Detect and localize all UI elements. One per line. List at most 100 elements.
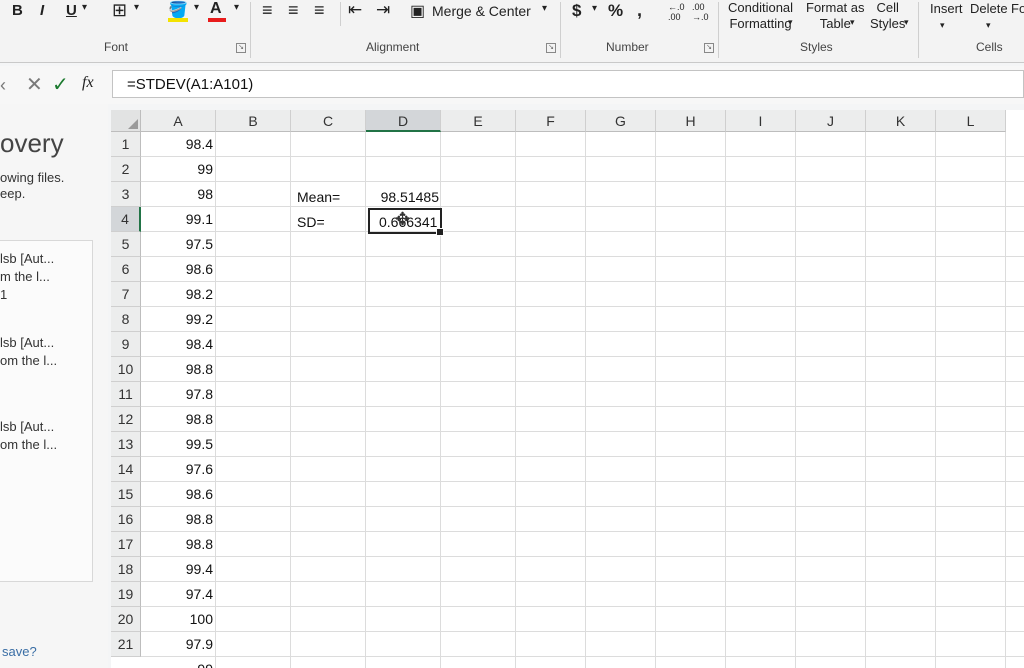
cell-a17[interactable]: 98.8 [145, 536, 213, 552]
column-header-a[interactable]: A [141, 110, 216, 132]
borders-icon[interactable]: ⊞ [112, 0, 127, 21]
column-header-f[interactable]: F [516, 110, 586, 132]
conditional-formatting-button[interactable]: Conditional Formatting [728, 0, 793, 32]
cell-a9[interactable]: 98.4 [145, 336, 213, 352]
formula-input[interactable]: =STDEV(A1:A101) [112, 70, 1024, 98]
row-header-19[interactable]: 19 [111, 582, 141, 607]
column-header-e[interactable]: E [441, 110, 516, 132]
decrease-indent-icon[interactable]: ⇤ [348, 0, 362, 20]
row-header-14[interactable]: 14 [111, 457, 141, 482]
merge-icon[interactable]: ▣ [410, 1, 425, 21]
cell-a22[interactable]: 99 [145, 661, 213, 668]
format-as-table-button[interactable]: Format as Table [806, 0, 865, 32]
fill-dropdown-icon[interactable]: ▾ [194, 2, 199, 13]
row-header-15[interactable]: 15 [111, 482, 141, 507]
column-header-l[interactable]: L [936, 110, 1006, 132]
row-header-17[interactable]: 17 [111, 532, 141, 557]
cell-c4[interactable]: SD= [297, 214, 325, 230]
column-header-i[interactable]: I [726, 110, 796, 132]
percent-button[interactable]: % [608, 1, 623, 21]
cell-a19[interactable]: 97.4 [145, 586, 213, 602]
select-all-corner[interactable] [111, 110, 141, 132]
cell-a14[interactable]: 97.6 [145, 461, 213, 477]
underline-button[interactable]: U [66, 2, 77, 19]
column-header-b[interactable]: B [216, 110, 291, 132]
row-header-4[interactable]: 4 [111, 207, 141, 232]
cell-c3[interactable]: Mean= [297, 189, 340, 205]
column-header-g[interactable]: G [586, 110, 656, 132]
cell-a5[interactable]: 97.5 [145, 236, 213, 252]
bold-button[interactable]: B [12, 2, 23, 19]
currency-dropdown-icon[interactable]: ▾ [592, 3, 597, 14]
insert-function-icon[interactable]: fx [82, 74, 94, 92]
align-left-icon[interactable]: ≡ [262, 0, 273, 21]
cell-a6[interactable]: 98.6 [145, 261, 213, 277]
cell-styles-button[interactable]: Cell Styles [870, 0, 905, 32]
row-header-8[interactable]: 8 [111, 307, 141, 332]
column-header-d[interactable]: D [366, 110, 441, 132]
merge-center-button[interactable]: Merge & Center [432, 3, 531, 19]
increase-decimal-button[interactable]: ←.0 .00 [668, 2, 686, 22]
row-header-12[interactable]: 12 [111, 407, 141, 432]
enter-icon[interactable]: ✓ [52, 72, 69, 97]
row-header-2[interactable]: 2 [111, 157, 141, 182]
decrease-decimal-button[interactable]: .00 →.0 [692, 2, 710, 22]
row-header-11[interactable]: 11 [111, 382, 141, 407]
row-header-20[interactable]: 20 [111, 607, 141, 632]
alignment-launcher-icon[interactable]: ↘ [546, 43, 556, 53]
underline-dropdown-icon[interactable]: ▾ [82, 2, 87, 13]
comma-button[interactable]: , [637, 0, 642, 21]
align-center-icon[interactable]: ≡ [288, 0, 299, 21]
increase-indent-icon[interactable]: ⇥ [376, 0, 390, 20]
font-launcher-icon[interactable]: ↘ [236, 43, 246, 53]
column-header-j[interactable]: J [796, 110, 866, 132]
cell-a16[interactable]: 98.8 [145, 511, 213, 527]
cell-a10[interactable]: 98.8 [145, 361, 213, 377]
cell-a21[interactable]: 97.9 [145, 636, 213, 652]
row-header-6[interactable]: 6 [111, 257, 141, 282]
cell-a15[interactable]: 98.6 [145, 486, 213, 502]
format-table-dropdown-icon[interactable]: ▾ [850, 17, 855, 28]
pane-footer-link[interactable]: save? [2, 644, 37, 659]
row-header-13[interactable]: 13 [111, 432, 141, 457]
cell-a20[interactable]: 100 [145, 611, 213, 627]
worksheet-grid[interactable]: ABCDEFGHIJKL 1 2 3 4 5 6 7 8 9 10 11 12 13 14 15 16 17 18… [111, 110, 1024, 668]
cell-styles-dropdown-icon[interactable]: ▾ [904, 17, 909, 28]
italic-button[interactable]: I [40, 2, 44, 19]
conditional-dropdown-icon[interactable]: ▾ [788, 17, 793, 28]
delete-dropdown-icon[interactable]: ▾ [986, 20, 991, 31]
cell-a18[interactable]: 99.4 [145, 561, 213, 577]
fill-color-icon[interactable]: 🪣 [168, 0, 188, 20]
column-header-k[interactable]: K [866, 110, 936, 132]
font-color-dropdown-icon[interactable]: ▾ [234, 2, 239, 13]
row-header-7[interactable]: 7 [111, 282, 141, 307]
row-header-3[interactable]: 3 [111, 182, 141, 207]
row-header-21[interactable]: 21 [111, 632, 141, 657]
cell-a13[interactable]: 99.5 [145, 436, 213, 452]
cancel-icon[interactable]: ✕ [26, 72, 43, 97]
cell-a2[interactable]: 99 [145, 161, 213, 177]
row-header-1[interactable]: 1 [111, 132, 141, 157]
insert-dropdown-icon[interactable]: ▾ [940, 20, 945, 31]
fill-handle-icon[interactable] [436, 228, 444, 236]
cell-a8[interactable]: 99.2 [145, 311, 213, 327]
currency-button[interactable]: $ [572, 1, 581, 21]
cell-a3[interactable]: 98 [145, 186, 213, 202]
cell-a7[interactable]: 98.2 [145, 286, 213, 302]
insert-button[interactable]: Insert [930, 1, 963, 16]
cell-d3[interactable]: 98.51485 [369, 189, 439, 205]
format-button[interactable]: Fo [1011, 1, 1024, 16]
cell-a4[interactable]: 99.1 [145, 211, 213, 227]
row-header-10[interactable]: 10 [111, 357, 141, 382]
cell-a1[interactable]: 98.4 [145, 136, 213, 152]
row-header-16[interactable]: 16 [111, 507, 141, 532]
cell-a12[interactable]: 98.8 [145, 411, 213, 427]
align-right-icon[interactable]: ≡ [314, 0, 325, 21]
borders-dropdown-icon[interactable]: ▾ [134, 2, 139, 13]
column-header-h[interactable]: H [656, 110, 726, 132]
delete-button[interactable]: Delete [970, 1, 1008, 16]
row-header-18[interactable]: 18 [111, 557, 141, 582]
row-header-9[interactable]: 9 [111, 332, 141, 357]
row-header-5[interactable]: 5 [111, 232, 141, 257]
merge-dropdown-icon[interactable]: ▾ [542, 3, 547, 14]
